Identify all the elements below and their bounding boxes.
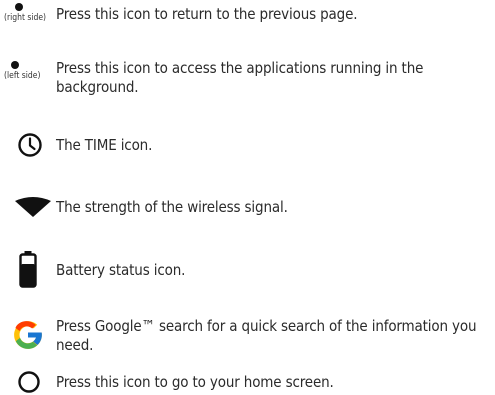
row-description: Press this icon to go to your home scree… — [56, 373, 334, 391]
side-label-left: (left side) — [4, 71, 41, 81]
battery-icon — [19, 251, 37, 288]
dot-icon — [11, 61, 19, 69]
row-description: Battery status icon. — [56, 261, 186, 279]
legend-row-battery: Battery status icon. — [0, 251, 495, 291]
legend-row-back: (right side) Press this icon to return t… — [0, 0, 495, 30]
wifi-signal-icon — [15, 197, 51, 217]
dot-icon — [15, 3, 23, 11]
side-label-right: (right side) — [4, 13, 47, 23]
legend-row-wifi: The strength of the wireless signal. — [0, 197, 495, 221]
circle-home-icon — [18, 371, 40, 393]
legend-row-google: Press Google™ search for a quick search … — [0, 316, 495, 360]
google-g-icon — [14, 321, 42, 349]
legend-row-home: Press this icon to go to your home scree… — [0, 370, 495, 394]
row-description: Press this icon to access the applicatio… — [56, 59, 424, 96]
row-description: Press this icon to return to the previou… — [56, 5, 358, 23]
row-description: The TIME icon. — [56, 136, 153, 154]
legend-row-recent-apps: (left side) Press this icon to access th… — [0, 55, 495, 105]
legend-row-time: The TIME icon. — [0, 132, 495, 158]
row-description: Press Google™ search for a quick search … — [56, 317, 477, 354]
clock-icon — [18, 133, 42, 157]
row-description: The strength of the wireless signal. — [56, 198, 288, 216]
